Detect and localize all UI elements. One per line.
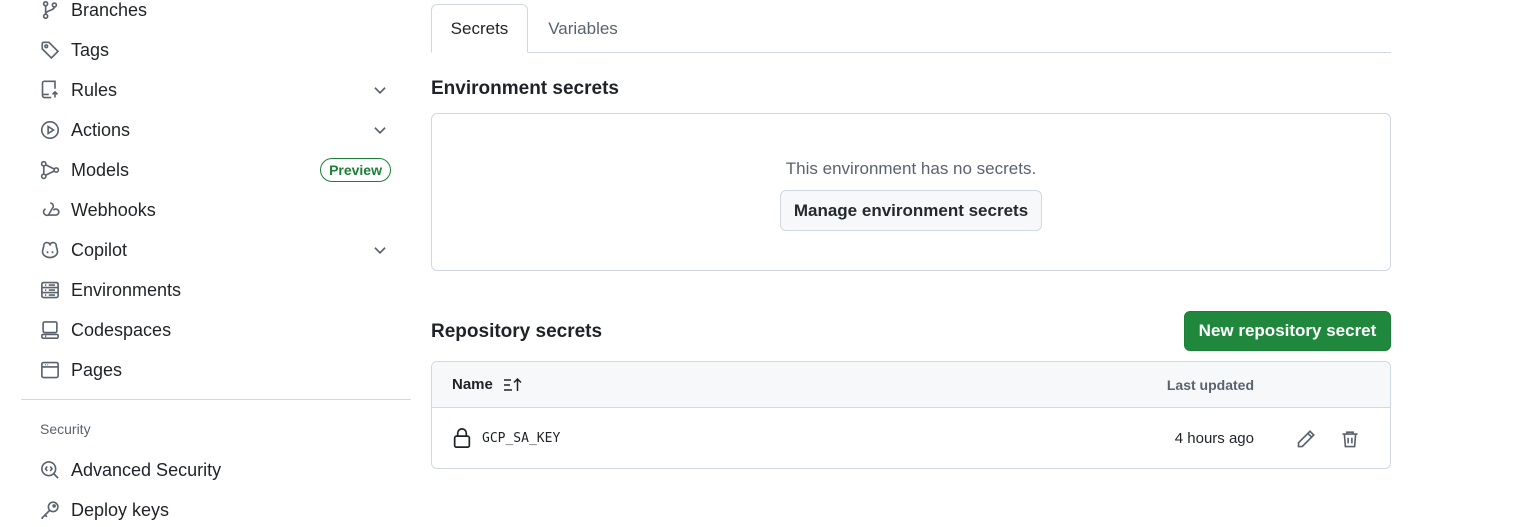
ai-model-icon bbox=[39, 159, 61, 181]
environment-secrets-title: Environment secrets bbox=[431, 78, 619, 99]
key-icon bbox=[39, 499, 61, 521]
tag-icon bbox=[39, 39, 61, 61]
table-row: GCP_SA_KEY 4 hours ago bbox=[432, 408, 1390, 468]
column-header-last-updated: Last updated bbox=[1166, 377, 1254, 393]
sidebar-divider bbox=[21, 399, 411, 400]
sidebar-item-models[interactable]: Models Preview bbox=[33, 152, 403, 188]
settings-page: Branches Tags Rules Actions Models Previ… bbox=[0, 0, 1515, 527]
secret-name: GCP_SA_KEY bbox=[482, 431, 561, 446]
sidebar-item-label: Rules bbox=[71, 79, 118, 100]
sidebar-item-advanced-security[interactable]: Advanced Security bbox=[33, 452, 403, 488]
settings-sidebar: Branches Tags Rules Actions Models Previ… bbox=[0, 0, 411, 527]
sort-ascending-icon[interactable] bbox=[502, 375, 524, 395]
sidebar-item-label: Environments bbox=[71, 279, 182, 300]
chevron-down-icon[interactable] bbox=[371, 121, 389, 139]
webhook-icon bbox=[39, 199, 61, 221]
server-icon bbox=[39, 279, 61, 301]
lock-icon bbox=[453, 427, 471, 449]
empty-state-message: This environment has no secrets. bbox=[785, 159, 1037, 178]
repo-push-icon bbox=[39, 79, 61, 101]
sidebar-section-heading: Security bbox=[40, 421, 91, 437]
browser-icon bbox=[39, 359, 61, 381]
trash-icon bbox=[1342, 431, 1358, 448]
new-repository-secret-button[interactable]: New repository secret bbox=[1184, 311, 1391, 351]
codescan-icon bbox=[39, 459, 61, 481]
pencil-icon bbox=[1297, 430, 1315, 448]
sidebar-item-label: Models bbox=[71, 159, 130, 180]
chevron-down-icon[interactable] bbox=[371, 81, 389, 99]
repository-secrets-table: Name Last updated GCP_SA_KEY 4 hours ago bbox=[431, 361, 1391, 469]
git-branch-icon bbox=[39, 0, 61, 21]
sidebar-item-label: Branches bbox=[71, 0, 148, 20]
delete-secret-button[interactable] bbox=[1336, 425, 1364, 453]
tab-variables[interactable]: Variables bbox=[538, 4, 628, 53]
column-header-name: Name bbox=[452, 376, 493, 393]
sidebar-item-webhooks[interactable]: Webhooks bbox=[33, 192, 403, 228]
chevron-down-icon[interactable] bbox=[371, 241, 389, 259]
preview-badge: Preview bbox=[320, 158, 391, 182]
codespaces-icon bbox=[39, 319, 61, 341]
sidebar-item-copilot[interactable]: Copilot bbox=[33, 232, 403, 268]
sidebar-item-label: Codespaces bbox=[71, 319, 172, 340]
copilot-icon bbox=[39, 239, 61, 261]
sidebar-item-label: Webhooks bbox=[71, 199, 156, 220]
edit-secret-button[interactable] bbox=[1292, 425, 1320, 453]
sidebar-item-branches[interactable]: Branches bbox=[33, 0, 403, 28]
repository-secrets-title: Repository secrets bbox=[431, 321, 603, 342]
environment-secrets-box: This environment has no secrets. Manage … bbox=[431, 113, 1391, 271]
sidebar-item-actions[interactable]: Actions bbox=[33, 112, 403, 148]
sidebar-item-environments[interactable]: Environments bbox=[33, 272, 403, 308]
sidebar-item-label: Tags bbox=[71, 39, 110, 60]
sidebar-item-deploy-keys[interactable]: Deploy keys bbox=[33, 492, 403, 527]
sidebar-item-rules[interactable]: Rules bbox=[33, 72, 403, 108]
sidebar-item-label: Actions bbox=[71, 119, 131, 140]
sidebar-item-label: Advanced Security bbox=[71, 459, 222, 480]
manage-environment-secrets-button[interactable]: Manage environment secrets bbox=[780, 190, 1042, 231]
last-updated-value: 4 hours ago bbox=[1174, 430, 1254, 447]
sidebar-item-pages[interactable]: Pages bbox=[33, 352, 403, 388]
sidebar-item-codespaces[interactable]: Codespaces bbox=[33, 312, 403, 348]
sidebar-item-label: Pages bbox=[71, 359, 123, 380]
play-icon bbox=[39, 119, 61, 141]
sidebar-item-tags[interactable]: Tags bbox=[33, 32, 403, 68]
table-header: Name Last updated bbox=[432, 362, 1390, 408]
tab-secrets[interactable]: Secrets bbox=[431, 4, 528, 53]
sidebar-item-label: Deploy keys bbox=[71, 499, 170, 520]
sidebar-item-label: Copilot bbox=[71, 239, 128, 260]
